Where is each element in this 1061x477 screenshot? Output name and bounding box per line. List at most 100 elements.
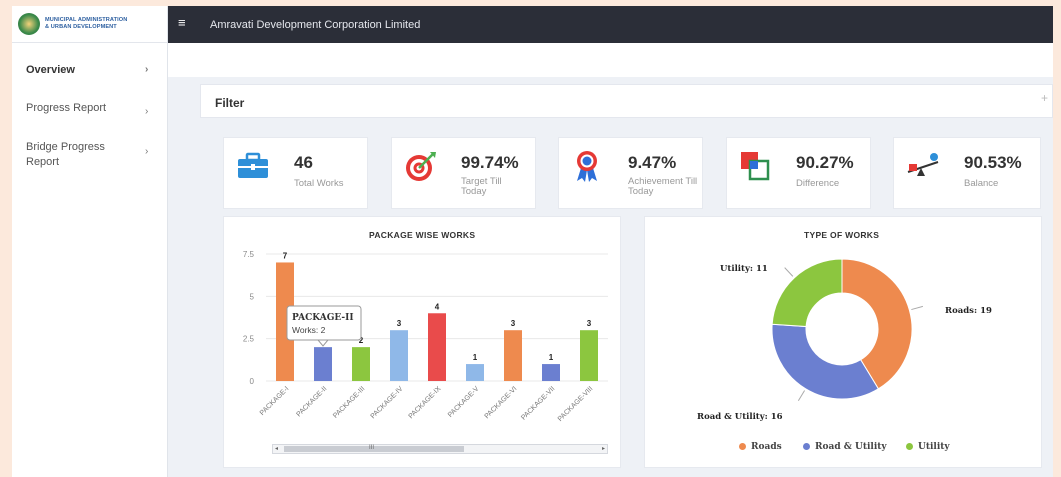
slice-label: Roads: 19 (945, 306, 992, 316)
bar-chart: 02.557.57PACKAGE-I2PACKAGE-II2PACKAGE-II… (243, 250, 608, 423)
briefcase-icon (238, 152, 268, 178)
sidebar-item-label: Progress Report (26, 102, 107, 114)
x-tick-label: PACKAGE-V (447, 385, 481, 419)
bar[interactable] (428, 313, 446, 381)
bar[interactable] (390, 330, 408, 381)
tooltip-pointer (316, 339, 330, 347)
legend-label: Road & Utility (815, 442, 887, 452)
bar-value-label: 7 (283, 251, 288, 260)
bar-value-label: 4 (435, 302, 440, 311)
legend-item-utility[interactable]: Utility (906, 442, 950, 452)
slice-connector (911, 305, 924, 311)
legend-label: Utility (918, 442, 950, 452)
donut-chart: Roads: 19 Road & Utility: 16 Utility: 11 (697, 258, 992, 422)
x-tick-label: PACKAGE-III (332, 385, 366, 419)
bar[interactable] (542, 364, 560, 381)
sidebar-item-bridge-progress-report[interactable]: Bridge Progress Report (12, 140, 130, 170)
scroll-left-icon[interactable]: ◂ (275, 445, 278, 452)
y-tick-label: 7.5 (243, 250, 255, 259)
kpi-value: 99.74% (461, 153, 519, 172)
chevron-right-icon: › (145, 64, 149, 75)
sidebar-item-progress-report[interactable]: Progress Report › (12, 102, 168, 117)
bar-value-label: 3 (397, 319, 402, 328)
x-tick-label: PACKAGE-II (296, 385, 329, 418)
seesaw-icon (907, 153, 939, 176)
y-tick-label: 2.5 (243, 335, 255, 344)
legend-item-roads[interactable]: Roads (739, 442, 782, 452)
legend-dot-icon (739, 443, 746, 450)
app-title: Amravati Development Corporation Limited (210, 19, 421, 31)
slice-label: Road & Utility: 16 (697, 412, 783, 422)
x-tick-label: PACKAGE-IV (370, 385, 405, 420)
logo-line2: & URBAN DEVELOPMENT (45, 24, 117, 30)
chart-scrollbar[interactable]: ◂ III ▸ (272, 444, 608, 454)
bar[interactable] (466, 364, 484, 381)
slice-connector (784, 267, 794, 277)
difference-icon (741, 152, 770, 181)
expand-plus-icon[interactable]: + (1041, 91, 1048, 105)
x-tick-label: PACKAGE-VI (484, 385, 519, 420)
donut-slice[interactable] (771, 323, 880, 400)
type-of-works-panel: TYPE OF WORKS Roads: 19 Road & Utility: 1… (644, 216, 1042, 468)
kpi-label: Balance (964, 178, 999, 189)
bar[interactable] (314, 347, 332, 381)
hamburger-icon[interactable]: ≡ (178, 15, 186, 30)
chevron-right-icon[interactable]: › (145, 146, 148, 157)
sidebar-item-overview[interactable]: Overview › (12, 64, 168, 76)
sidebar-item-label: Overview (26, 64, 75, 76)
kpi-card-total-works: 46 Total Works (223, 137, 368, 209)
app-frame: MUNICIPAL ADMINISTRATION & URBAN DEVELOP… (12, 6, 1053, 477)
kpi-card-achievement: 9.47% Achievement Till Today (558, 137, 703, 209)
legend-label: Roads (751, 442, 782, 452)
chart-tooltip: PACKAGE-II Works: 2 (286, 305, 362, 347)
bar-value-label: 3 (511, 319, 516, 328)
sidebar: MUNICIPAL ADMINISTRATION & URBAN DEVELOP… (12, 6, 168, 477)
award-ribbon-icon (577, 151, 597, 182)
emblem-icon (18, 13, 40, 35)
kpi-card-difference: 90.27% Difference (726, 137, 871, 209)
kpi-card-target: 99.74% Target Till Today (391, 137, 536, 209)
y-tick-label: 5 (250, 292, 255, 301)
bar[interactable] (580, 330, 598, 381)
scroll-right-icon[interactable]: ▸ (602, 445, 605, 452)
bar[interactable] (504, 330, 522, 381)
x-tick-label: PACKAGE-VIII (557, 385, 595, 423)
donut-slice[interactable] (771, 258, 843, 328)
filter-title: Filter (215, 96, 245, 110)
logo-text-block: MUNICIPAL ADMINISTRATION & URBAN DEVELOP… (45, 17, 127, 31)
bar-value-label: 1 (549, 353, 554, 362)
bar-value-label: 3 (587, 319, 592, 328)
kpi-label: Total Works (294, 178, 344, 189)
slice-label: Utility: 11 (720, 264, 768, 274)
target-icon (406, 152, 436, 181)
kpi-value: 9.47% (628, 153, 677, 172)
legend-dot-icon (803, 443, 810, 450)
x-tick-label: PACKAGE-VII (520, 385, 556, 421)
kpi-label: Achievement Till Today (628, 176, 698, 197)
kpi-card-balance: 90.53% Balance (893, 137, 1041, 209)
slice-connector (797, 390, 806, 402)
logo-line1: MUNICIPAL ADMINISTRATION (45, 17, 128, 23)
legend-dot-icon (906, 443, 913, 450)
kpi-value: 90.53% (964, 153, 1022, 172)
scroll-grip: III (369, 445, 375, 451)
kpi-label: Target Till Today (461, 176, 502, 197)
top-bar: ≡ Amravati Development Corporation Limit… (168, 6, 1053, 43)
x-tick-label: PACKAGE-I (259, 385, 291, 417)
tooltip-text: Works: 2 (292, 325, 326, 335)
logo[interactable]: MUNICIPAL ADMINISTRATION & URBAN DEVELOP… (12, 6, 167, 43)
y-tick-label: 0 (250, 377, 255, 386)
tooltip-title: PACKAGE-II (292, 313, 354, 323)
x-tick-label: PACKAGE-IX (408, 385, 443, 420)
kpi-value: 46 (294, 153, 313, 172)
bar[interactable] (352, 347, 370, 381)
kpi-label: Difference (796, 178, 840, 189)
kpi-value: 90.27% (796, 153, 854, 172)
bar-value-label: 1 (473, 353, 478, 362)
package-wise-works-panel: PACKAGE WISE WORKS 02.557.57PACKAGE-I2PA… (223, 216, 621, 468)
legend-item-road-utility[interactable]: Road & Utility (803, 442, 887, 452)
header-spacer (168, 43, 1053, 77)
filter-panel[interactable]: Filter + (200, 84, 1053, 118)
sidebar-item-label: Bridge Progress Report (26, 141, 105, 168)
chevron-right-icon: › (145, 106, 149, 117)
